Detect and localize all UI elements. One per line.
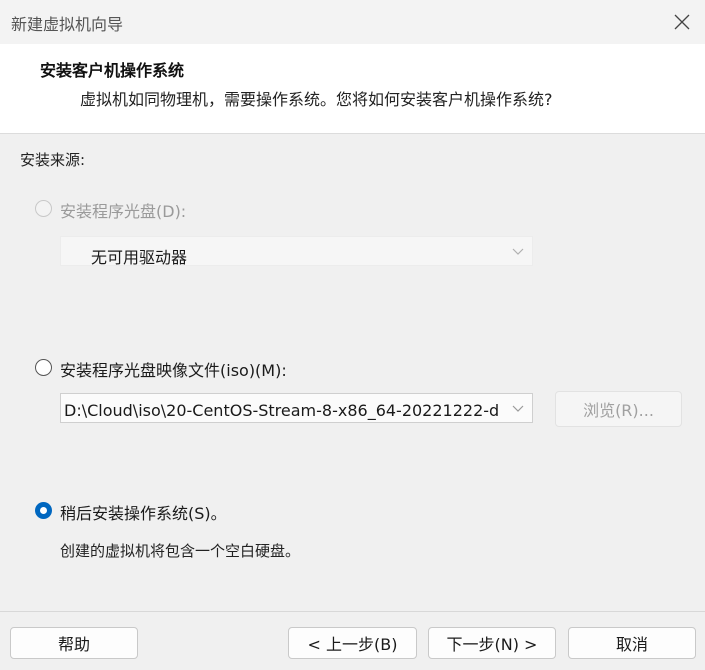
page-description: 虚拟机如同物理机，需要操作系统。您将如何安装客户机操作系统? xyxy=(80,90,553,109)
next-button[interactable]: 下一步(N) > xyxy=(428,627,556,659)
footer-divider xyxy=(0,611,705,612)
back-button[interactable]: < 上一步(B) xyxy=(288,627,417,659)
title-bar: 新建虚拟机向导 xyxy=(0,0,705,44)
close-button[interactable] xyxy=(659,0,705,44)
chevron-down-icon xyxy=(512,248,524,255)
close-icon xyxy=(674,14,690,30)
install-later-radio[interactable] xyxy=(35,502,52,519)
wizard-header: 安装客户机操作系统 虚拟机如同物理机，需要操作系统。您将如何安装客户机操作系统? xyxy=(0,44,705,134)
iso-path-select[interactable]: D:\Cloud\iso\20-CentOS-Stream-8-x86_64-2… xyxy=(60,393,533,423)
iso-path-value: D:\Cloud\iso\20-CentOS-Stream-8-x86_64-2… xyxy=(64,401,500,420)
iso-option-label: 安装程序光盘映像文件(iso)(M): xyxy=(60,361,287,380)
window-title: 新建虚拟机向导 xyxy=(11,15,124,34)
drive-select[interactable]: 无可用驱动器 xyxy=(60,236,533,266)
chevron-down-icon xyxy=(512,403,524,413)
page-title: 安装客户机操作系统 xyxy=(40,61,185,80)
browse-button[interactable]: 浏览(R)... xyxy=(555,391,682,427)
iso-radio[interactable] xyxy=(35,359,52,376)
disc-radio[interactable] xyxy=(35,200,52,217)
help-button[interactable]: 帮助 xyxy=(10,627,138,659)
cancel-button[interactable]: 取消 xyxy=(568,627,696,659)
install-source-label: 安装来源: xyxy=(20,151,86,169)
install-later-description: 创建的虚拟机将包含一个空白硬盘。 xyxy=(60,542,301,560)
install-later-option-label: 稍后安装操作系统(S)。 xyxy=(60,504,227,523)
drive-select-value: 无可用驱动器 xyxy=(91,248,188,266)
disc-option-label: 安装程序光盘(D): xyxy=(60,202,187,221)
